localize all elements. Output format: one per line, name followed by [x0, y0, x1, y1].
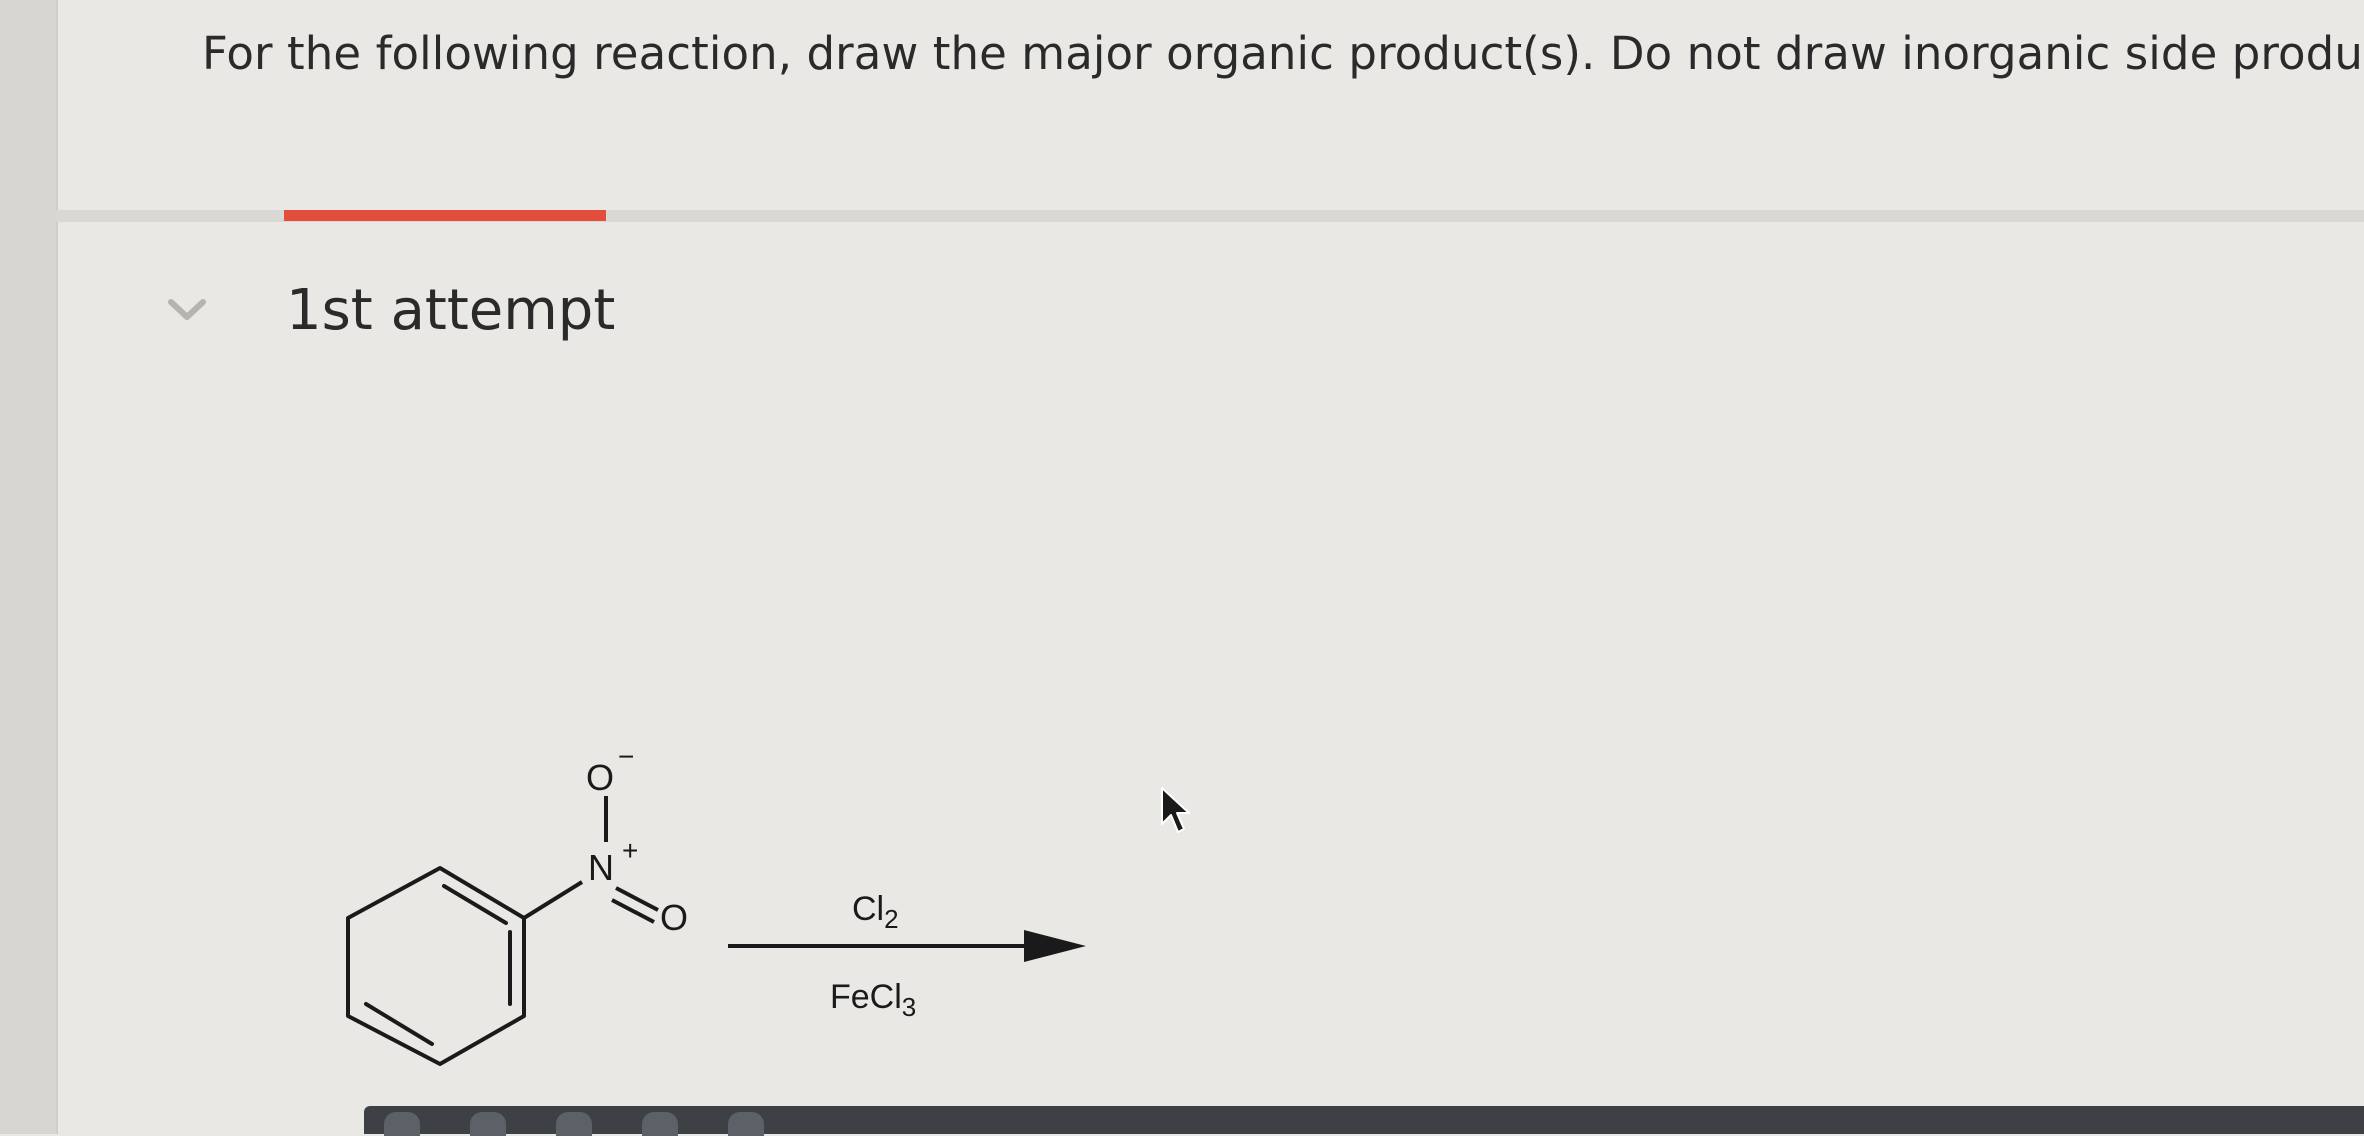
attempt-progress-accent: [284, 210, 606, 221]
attempt-header[interactable]: 1st attempt: [160, 270, 615, 350]
question-prompt: For the following reaction, draw the maj…: [202, 27, 2364, 80]
toolbar-tool-4[interactable]: [642, 1112, 678, 1136]
reaction-scheme: O − N + O Cl2 FeCl3: [320, 720, 1100, 1080]
left-panel-edge: [0, 0, 58, 1134]
reaction-drawing: O − N + O Cl2 FeCl3: [346, 741, 1086, 1066]
oxygen-double-bond-label: O: [660, 897, 688, 938]
toolbar-tool-5[interactable]: [728, 1112, 764, 1136]
reaction-arrow-head: [1024, 930, 1086, 962]
benzene-ring: [346, 866, 526, 1066]
oxygen-negative-charge: −: [618, 741, 634, 772]
nitrogen-label: N: [588, 847, 614, 888]
chevron-down-icon[interactable]: [160, 290, 214, 330]
reagent-chlorine: Cl2: [852, 890, 899, 934]
toolbar-tool-2[interactable]: [470, 1112, 506, 1136]
oxygen-anion-label: O: [586, 757, 614, 798]
toolbar-tool-1[interactable]: [384, 1112, 420, 1136]
attempt-title: 1st attempt: [286, 277, 616, 343]
nitrogen-positive-charge: +: [622, 835, 638, 866]
toolbar-tool-3[interactable]: [556, 1112, 592, 1136]
mouse-pointer-icon: [1160, 786, 1192, 836]
drawing-toolbar: [364, 1106, 2364, 1136]
ring-nitrogen-bond: [522, 880, 584, 920]
reagent-iron-chloride: FeCl3: [830, 978, 916, 1022]
